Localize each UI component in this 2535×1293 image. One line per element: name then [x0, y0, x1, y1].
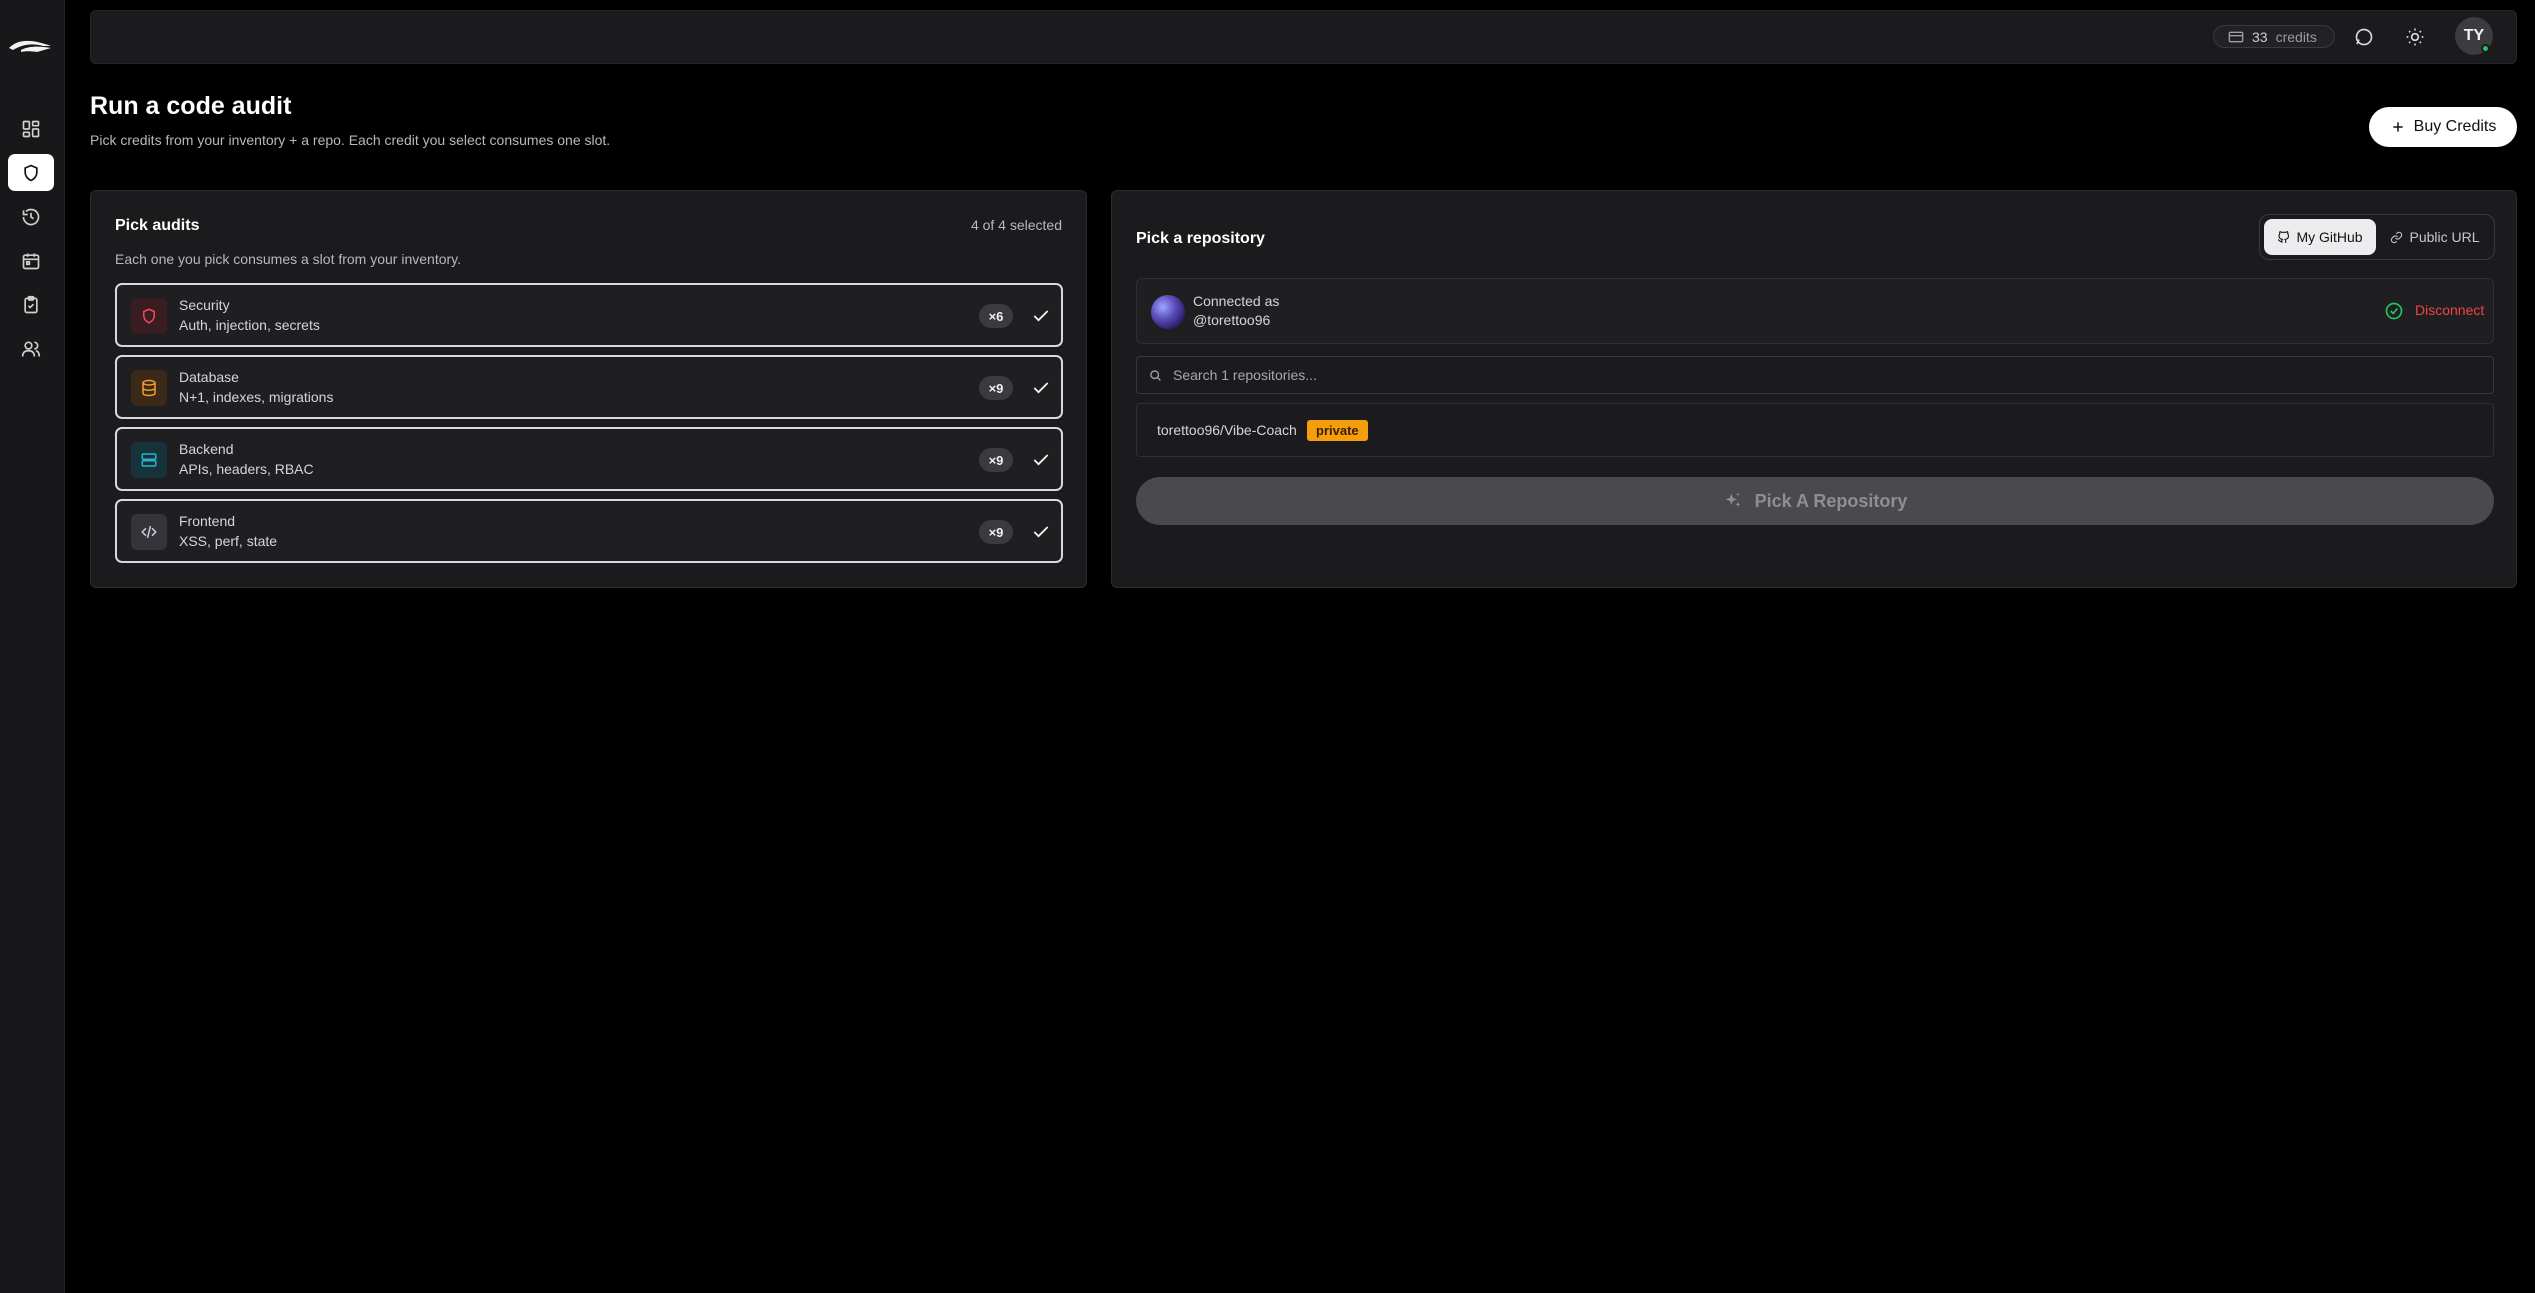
- database-icon: [142, 379, 156, 397]
- check-icon: [1033, 382, 1049, 394]
- clipboard-check-icon: [24, 295, 38, 313]
- pick-repository-title: Pick a repository: [1136, 230, 1265, 247]
- credits-label: credits: [2275, 28, 2317, 45]
- repo-search-input[interactable]: [1173, 363, 2473, 387]
- repo-list-item[interactable]: torettoo96/Vibe-Coach private: [1136, 403, 2494, 457]
- users-icon: [21, 341, 41, 357]
- buy-credits-label: Buy Credits: [2413, 118, 2497, 135]
- pick-repository-button[interactable]: Pick A Repository: [1136, 477, 2494, 525]
- audit-subtitle: Auth, injection, secrets: [179, 317, 320, 333]
- pick-audits-title: Pick audits: [115, 217, 200, 234]
- audit-quantity-badge: ×9: [979, 376, 1013, 400]
- server-icon: [141, 453, 157, 467]
- audit-name: Database: [179, 369, 239, 385]
- messages-button[interactable]: [2351, 24, 2377, 50]
- page-title: Run a code audit: [90, 92, 292, 120]
- audit-icon-box: [131, 514, 167, 550]
- sidebar: [0, 0, 65, 1293]
- check-icon: [1033, 454, 1049, 466]
- audit-icon-box: [131, 370, 167, 406]
- check-circle-icon: [2385, 302, 2403, 320]
- repo-name: torettoo96/Vibe-Coach: [1157, 422, 1297, 438]
- shield-icon: [24, 164, 38, 181]
- credit-card-icon: [2228, 31, 2244, 42]
- nav-audits[interactable]: [8, 154, 54, 191]
- dashboard-icon: [22, 120, 40, 137]
- audit-name: Backend: [179, 441, 234, 457]
- credits-pill[interactable]: 33 credits: [2213, 25, 2335, 48]
- audit-name: Frontend: [179, 513, 236, 529]
- audit-quantity-badge: ×9: [979, 448, 1013, 472]
- nav-reports[interactable]: [8, 286, 54, 323]
- audit-item-frontend[interactable]: Frontend XSS, perf, state ×9: [115, 499, 1063, 563]
- audit-subtitle: XSS, perf, state: [179, 533, 278, 549]
- audit-quantity-badge: ×9: [979, 520, 1013, 544]
- repo-search: [1136, 356, 2494, 394]
- connected-as-label: Connected as: [1193, 293, 1280, 309]
- audit-item-backend[interactable]: Backend APIs, headers, RBAC ×9: [115, 427, 1063, 491]
- page-subtitle: Pick credits from your inventory + a rep…: [90, 132, 611, 148]
- pick-audits-description: Each one you pick consumes a slot from y…: [115, 251, 462, 267]
- calendar-icon: [22, 253, 40, 269]
- online-status-dot: [2481, 44, 2490, 53]
- audit-subtitle: N+1, indexes, migrations: [179, 389, 334, 405]
- pick-repository-panel: Pick a repository My GitHub Public URL C…: [1111, 190, 2517, 588]
- github-icon: [2278, 230, 2290, 243]
- nav-team[interactable]: [8, 330, 54, 367]
- message-circle-icon: [2355, 28, 2373, 46]
- github-avatar: [1151, 295, 1185, 329]
- buy-credits-button[interactable]: Buy Credits: [2369, 107, 2517, 147]
- audit-subtitle: APIs, headers, RBAC: [179, 461, 314, 477]
- sun-icon: [2406, 28, 2424, 46]
- disconnect-button[interactable]: Disconnect: [2415, 302, 2484, 318]
- pick-repository-label: Pick A Repository: [1754, 490, 1908, 511]
- tab-my-github[interactable]: My GitHub: [2264, 219, 2376, 255]
- plus-icon: [2392, 122, 2403, 132]
- github-username: @torettoo96: [1193, 312, 1271, 328]
- audit-name: Security: [179, 297, 230, 313]
- nav-history[interactable]: [8, 198, 54, 235]
- audit-icon-box: [131, 298, 167, 334]
- sparkles-icon: [1725, 492, 1741, 507]
- repo-source-toggle: My GitHub Public URL: [2259, 214, 2495, 260]
- audit-item-security[interactable]: Security Auth, injection, secrets ×6: [115, 283, 1063, 347]
- check-icon: [1033, 526, 1049, 538]
- history-icon: [22, 208, 40, 225]
- nav-schedule[interactable]: [8, 242, 54, 279]
- selected-count: 4 of 4 selected: [970, 217, 1062, 233]
- tab-public-url-label: Public URL: [2409, 229, 2480, 245]
- tab-public-url[interactable]: Public URL: [2380, 219, 2490, 255]
- app-logo-icon[interactable]: [7, 34, 53, 58]
- private-badge: private: [1307, 420, 1368, 441]
- shield-icon: [143, 308, 155, 324]
- check-icon: [1033, 310, 1049, 322]
- audit-icon-box: [131, 442, 167, 478]
- pick-audits-panel: Pick audits 4 of 4 selected Each one you…: [90, 190, 1087, 588]
- nav-dashboard[interactable]: [8, 110, 54, 147]
- link-icon: [2391, 231, 2403, 243]
- search-icon: [1150, 370, 1161, 381]
- theme-toggle-button[interactable]: [2402, 24, 2428, 50]
- audit-quantity-badge: ×6: [979, 304, 1013, 328]
- tab-my-github-label: My GitHub: [2296, 229, 2363, 245]
- top-bar: [90, 10, 2517, 64]
- github-connection: Connected as @torettoo96 Disconnect: [1136, 278, 2494, 344]
- code-icon: [141, 525, 157, 539]
- audit-item-database[interactable]: Database N+1, indexes, migrations ×9: [115, 355, 1063, 419]
- credits-count: 33: [2252, 28, 2268, 45]
